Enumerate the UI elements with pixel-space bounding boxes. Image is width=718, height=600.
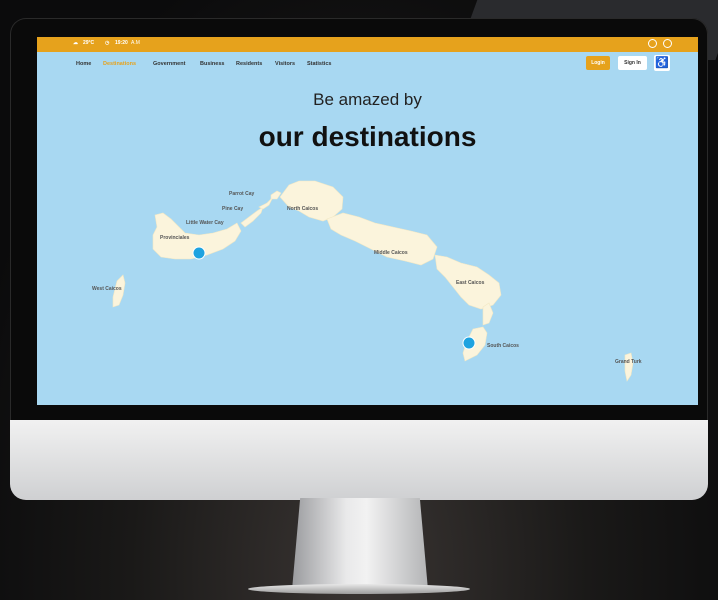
island-middle-caicos	[326, 212, 438, 266]
label-grand-turk: Grand Turk	[615, 359, 642, 365]
island-north-caicos	[279, 180, 344, 222]
airport-icon	[462, 336, 476, 350]
monitor-base	[248, 584, 470, 594]
label-north-caicos: North Caicos	[287, 206, 319, 212]
label-west-caicos: West Caicos	[92, 286, 122, 292]
website-screen: ☁ 29°C ◷ 19:20 A.M Home Destinations Gov…	[37, 37, 698, 405]
label-south-caicos: South Caicos	[487, 343, 519, 349]
monitor-stand	[292, 498, 428, 590]
label-east-caicos: East Caicos	[456, 280, 485, 286]
island-south-caicos-east	[482, 302, 494, 326]
island-little-water-cay	[240, 206, 264, 228]
islands-map	[112, 180, 634, 382]
island-grand-turk	[624, 352, 634, 382]
airport-markers	[192, 246, 476, 350]
label-parrot-cay: Parrot Cay	[229, 191, 255, 197]
island-parrot-cay	[270, 190, 282, 200]
label-pine-cay: Pine Cay	[222, 206, 244, 212]
airport-icon	[192, 246, 206, 260]
monitor-chin	[10, 420, 708, 500]
label-little-water-cay: Little Water Cay	[186, 220, 224, 226]
label-middle-caicos: Middle Caicos	[374, 250, 408, 256]
label-provinciales: Provinciales	[160, 235, 190, 241]
